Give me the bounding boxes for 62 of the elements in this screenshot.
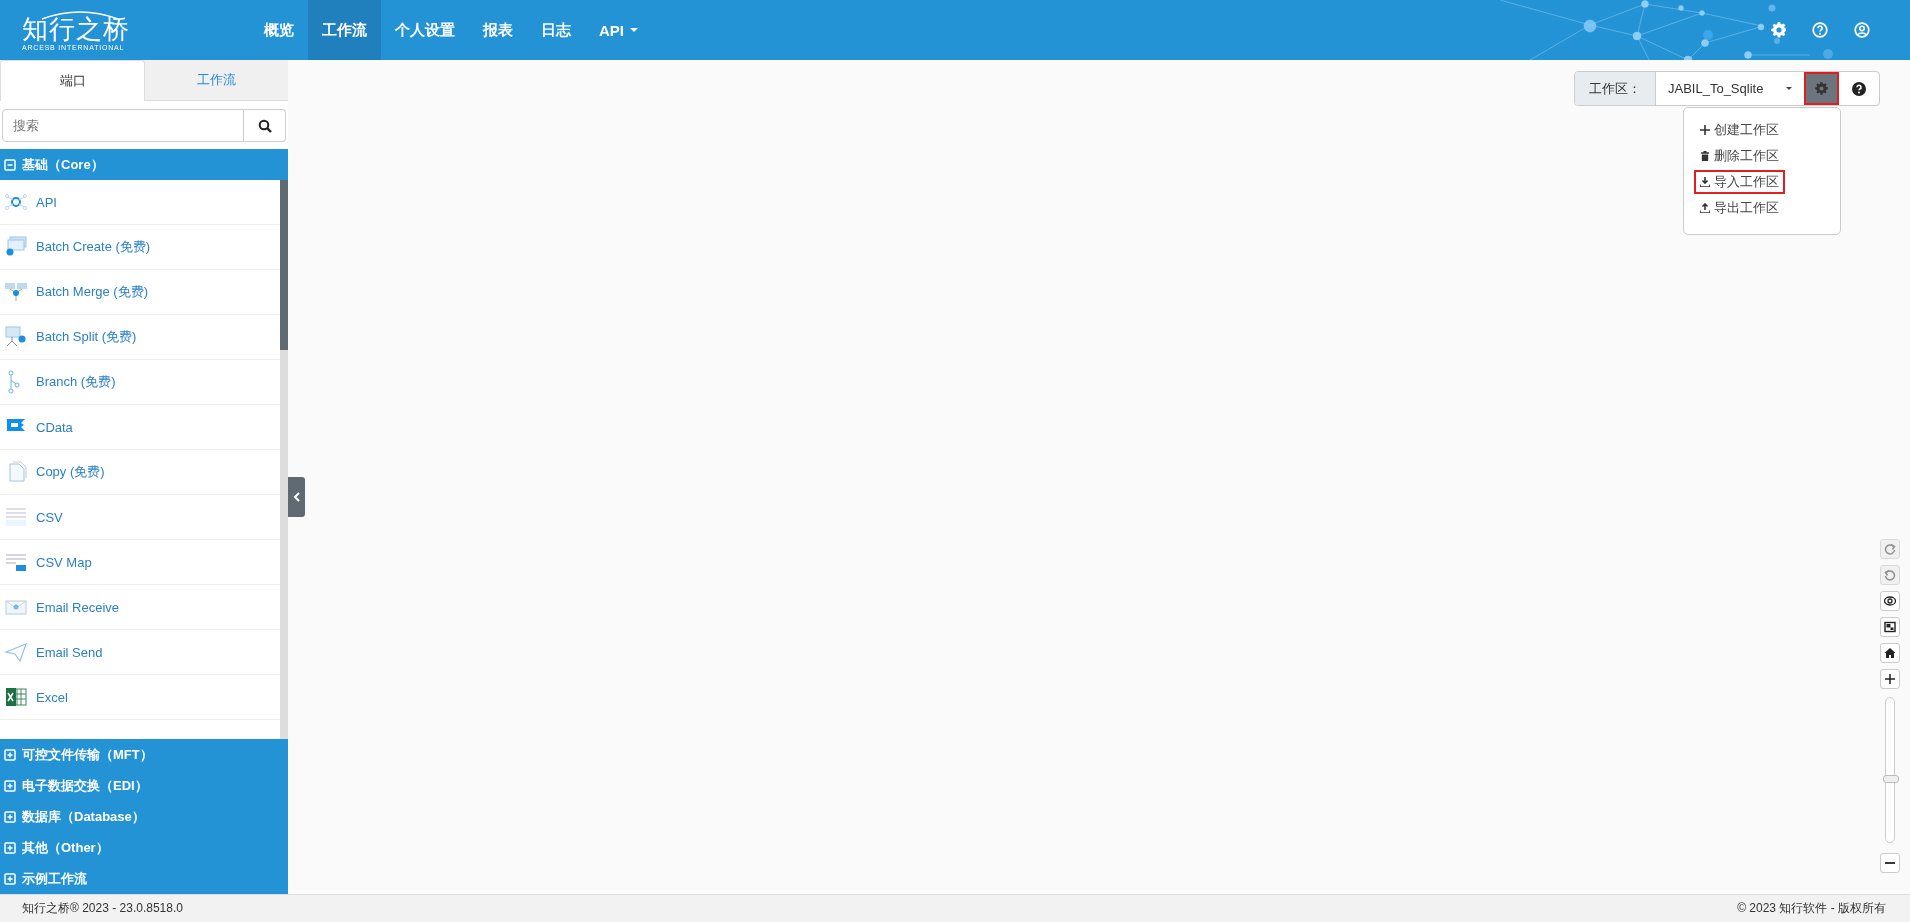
user-icon[interactable] [1854,22,1870,38]
connector-item[interactable]: CSV Map [0,540,280,585]
search-button[interactable] [244,109,286,142]
zoom-in-icon [1884,673,1896,685]
slider-thumb[interactable] [1883,774,1899,783]
home-icon [1884,647,1896,659]
view-button[interactable] [1880,591,1900,611]
table-icon [4,505,28,529]
help-icon[interactable] [1812,22,1828,38]
category-header[interactable]: 数据库（Database） [0,801,288,832]
redo-icon [1884,543,1896,555]
nav-link[interactable]: 日志 [527,0,585,60]
copyright-text: © 2023 知行软件 - 版权所有 [1737,900,1886,917]
category-header[interactable]: 基础（Core） [0,149,288,180]
connector-item[interactable]: Excel [0,675,280,720]
connector-item[interactable]: CSV [0,495,280,540]
connector-item[interactable]: Batch Create (免费) [0,225,280,270]
plus-icon [1700,125,1710,135]
nav-link[interactable]: API [585,0,652,60]
connector-item[interactable]: Copy (免费) [0,450,280,495]
settings-icon[interactable] [1771,22,1786,38]
search-icon [257,118,272,133]
panel-tab[interactable]: 端口 [0,60,145,101]
nav-link[interactable]: 报表 [469,0,527,60]
menu-item[interactable]: 导出工作区 [1694,196,1785,220]
category-header[interactable]: 示例工作流 [0,863,288,894]
panel-tab[interactable]: 工作流 [145,60,288,100]
category-header[interactable]: 其他（Other） [0,832,288,863]
zoom-out-button[interactable] [1880,853,1900,873]
menu-item[interactable]: 删除工作区 [1694,144,1785,168]
connector-item[interactable]: CData [0,405,280,450]
scrollbar[interactable] [280,180,288,739]
caret-icon [630,28,638,32]
undo-icon [1884,569,1896,581]
category-header[interactable]: 可控文件传输（MFT） [0,739,288,770]
connector-item[interactable]: Email Receive [0,585,280,630]
category-header[interactable]: 电子数据交换（EDI） [0,770,288,801]
menu-item[interactable]: 导入工作区 [1694,170,1785,194]
logo-text: 知行之桥 [22,15,130,43]
copyright-text: 知行之桥® 2023 - 23.0.8518.0 [22,900,183,917]
spreadsheet-icon [4,685,28,709]
merge-icon [4,280,28,304]
connector-item[interactable]: API [0,180,280,225]
nav-link[interactable]: 概览 [250,0,308,60]
trash-icon [1700,151,1710,161]
upload-icon [1700,203,1710,213]
connector-item[interactable]: Batch Split (免费) [0,315,280,360]
nav-link[interactable]: 工作流 [308,0,381,60]
paper-plane-icon [4,640,28,664]
split-icon [4,325,28,349]
home-button[interactable] [1880,643,1900,663]
view-icon [1884,595,1896,607]
fit-view-button[interactable] [1880,617,1900,637]
zoom-in-button[interactable] [1880,669,1900,689]
connector-item[interactable]: Batch Merge (免费) [0,270,280,315]
download-icon [1700,177,1710,187]
search-field[interactable]: 搜索 [2,109,244,142]
chevron-left-icon [292,492,301,502]
fit-view-icon [1884,621,1896,633]
nav-link[interactable]: 个人设置 [381,0,469,60]
collapse-sidebar-button[interactable] [288,477,305,517]
menu-item[interactable]: 创建工作区 [1694,118,1785,142]
